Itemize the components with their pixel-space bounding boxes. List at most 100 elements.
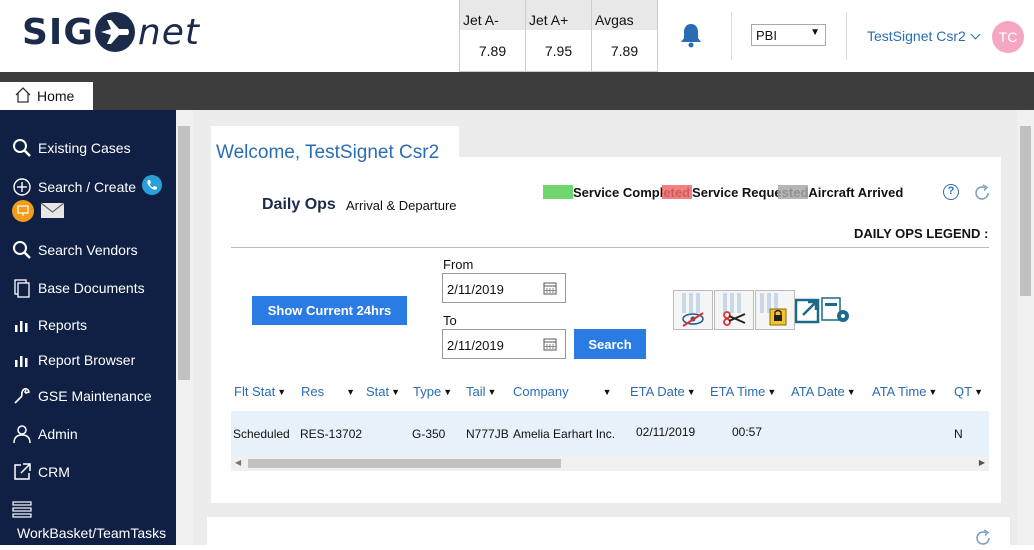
column-header-type[interactable]: Type ▼ [413, 384, 452, 399]
filter-icon[interactable]: ▼ [687, 387, 696, 397]
cell-flt-stat: Scheduled [233, 427, 290, 441]
filter-icon[interactable]: ▼ [488, 387, 497, 397]
documents-icon [14, 279, 30, 298]
sidebar-item-base-documents[interactable]: Base Documents [12, 278, 145, 298]
to-label: To [443, 313, 457, 328]
column-header-tail[interactable]: Tail ▼ [466, 384, 496, 399]
divider [846, 12, 847, 60]
column-header-label: Tail [466, 384, 486, 399]
column-header-company[interactable]: Company ▼ [513, 384, 612, 399]
filter-icon[interactable]: ▼ [346, 387, 355, 397]
filter-icon[interactable]: ▼ [767, 387, 776, 397]
list-icon[interactable] [12, 500, 32, 525]
scroll-right-arrow-icon[interactable]: ▶ [979, 458, 985, 467]
sidebar-item-label: Search Vendors [38, 242, 138, 258]
welcome-title: Welcome, TestSignet Csr2 [216, 142, 440, 163]
bar-chart-icon [15, 356, 28, 367]
refresh-icon[interactable] [974, 529, 992, 550]
airport-select[interactable]: PBI ▼ [751, 24, 826, 46]
user-menu[interactable]: TestSignet Csr2 [867, 28, 981, 44]
sidebar-item-crm[interactable]: CRM [12, 462, 70, 482]
plane-icon [94, 12, 135, 52]
view-icon[interactable] [673, 290, 713, 330]
email-icon[interactable] [40, 202, 65, 224]
content-scrollbar[interactable] [1017, 110, 1034, 545]
column-header-label: Type [413, 384, 442, 399]
scroll-left-arrow-icon[interactable]: ◀ [235, 458, 241, 467]
divider [731, 12, 732, 60]
tab-home-label: Home [37, 88, 75, 104]
fuel-label: Avgas [592, 0, 657, 30]
arrival-departure-label: Arrival & Departure [346, 198, 457, 213]
filter-icon[interactable]: ▼ [928, 387, 937, 397]
from-date-input[interactable]: 2/11/2019 [442, 273, 566, 303]
plus-circle-icon [13, 178, 31, 196]
sidebar-item-label: Report Browser [38, 352, 136, 368]
chevron-down-icon [970, 29, 981, 40]
scissors-icon[interactable] [714, 290, 754, 330]
column-header-eta-date[interactable]: ETA Date ▼ [630, 384, 696, 399]
column-header-label: Flt Stat [234, 384, 276, 399]
table-horizontal-scrollbar[interactable]: ◀ ▶ [231, 456, 989, 471]
sidebar-item-gse-maintenance[interactable]: GSE Maintenance [12, 386, 152, 406]
scrollbar-thumb[interactable] [1020, 126, 1031, 296]
show-current-24hrs-button[interactable]: Show Current 24hrs [252, 296, 407, 325]
bell-icon[interactable] [680, 22, 702, 53]
column-header-ata-time[interactable]: ATA Time ▼ [872, 384, 937, 399]
sidebar-item-search-create[interactable]: Search / Create [12, 177, 136, 197]
legend-swatch-completed [543, 185, 573, 199]
filter-icon[interactable]: ▼ [603, 387, 612, 397]
tab-home[interactable]: Home [0, 82, 93, 110]
column-header-ata-date[interactable]: ATA Date ▼ [791, 384, 856, 399]
monitor-icon[interactable] [12, 200, 34, 222]
phone-icon[interactable] [142, 175, 162, 195]
tab-bar [0, 72, 1034, 110]
sidebar-item-label: Reports [38, 317, 88, 333]
calendar-icon[interactable] [543, 281, 557, 295]
filter-icon[interactable]: ▼ [391, 387, 400, 397]
search-icon [13, 241, 31, 259]
lock-icon[interactable] [755, 290, 795, 330]
search-icon [13, 139, 31, 157]
filter-icon[interactable]: ▼ [277, 387, 286, 397]
header: SIG net Jet A- 7.89 Jet A+ 7.95 Avgas 7.… [0, 0, 1034, 72]
search-button[interactable]: Search [574, 329, 646, 359]
sidebar-item-workbasket[interactable]: WorkBasket/TeamTasks [17, 525, 166, 541]
to-date-input[interactable]: 2/11/2019 [442, 329, 566, 359]
from-date-value: 2/11/2019 [447, 282, 504, 297]
scrollbar-thumb[interactable] [178, 126, 190, 380]
cell-eta-time: 00:57 [732, 425, 763, 439]
sidebar-item-admin[interactable]: Admin [12, 424, 78, 444]
dropdown-arrow-icon: ▼ [810, 27, 820, 38]
external-link-icon [14, 463, 31, 480]
calendar-icon[interactable] [543, 337, 557, 351]
sidebar-item-reports[interactable]: Reports [12, 315, 87, 335]
sidebar-item-report-browser[interactable]: Report Browser [12, 350, 135, 370]
help-icon[interactable]: ? [943, 184, 959, 200]
column-header-qt[interactable]: QT ▼ [954, 384, 983, 399]
column-header-stat[interactable]: Stat ▼ [366, 384, 400, 399]
cell-type: G-350 [412, 427, 446, 441]
column-header-res[interactable]: Res ▼ [301, 384, 355, 399]
filter-icon[interactable]: ▼ [974, 387, 983, 397]
wrench-icon [14, 388, 30, 404]
signet-logo[interactable]: SIG net [22, 10, 200, 54]
legend-label-arrived: Aircraft Arrived [808, 184, 904, 200]
filter-icon[interactable]: ▼ [443, 387, 452, 397]
column-header-label: ATA Date [791, 384, 845, 399]
user-name: TestSignet Csr2 [867, 28, 966, 44]
sidebar-item-existing-cases[interactable]: Existing Cases [12, 138, 131, 158]
refresh-icon[interactable] [973, 184, 991, 207]
column-header-label: Res [301, 384, 325, 399]
export-settings-icon[interactable] [794, 294, 855, 333]
scrollbar-thumb[interactable] [248, 459, 561, 468]
sidebar-scrollbar[interactable] [176, 110, 193, 545]
fuel-label: Jet A- [460, 0, 525, 30]
legend-title: DAILY OPS LEGEND : [854, 226, 989, 241]
sidebar-item-search-vendors[interactable]: Search Vendors [12, 240, 138, 260]
filter-icon[interactable]: ▼ [847, 387, 856, 397]
to-date-value: 2/11/2019 [447, 338, 504, 353]
column-header-eta-time[interactable]: ETA Time ▼ [710, 384, 776, 399]
column-header-flt-stat[interactable]: Flt Stat ▼ [234, 384, 286, 399]
avatar[interactable]: TC [992, 21, 1024, 53]
